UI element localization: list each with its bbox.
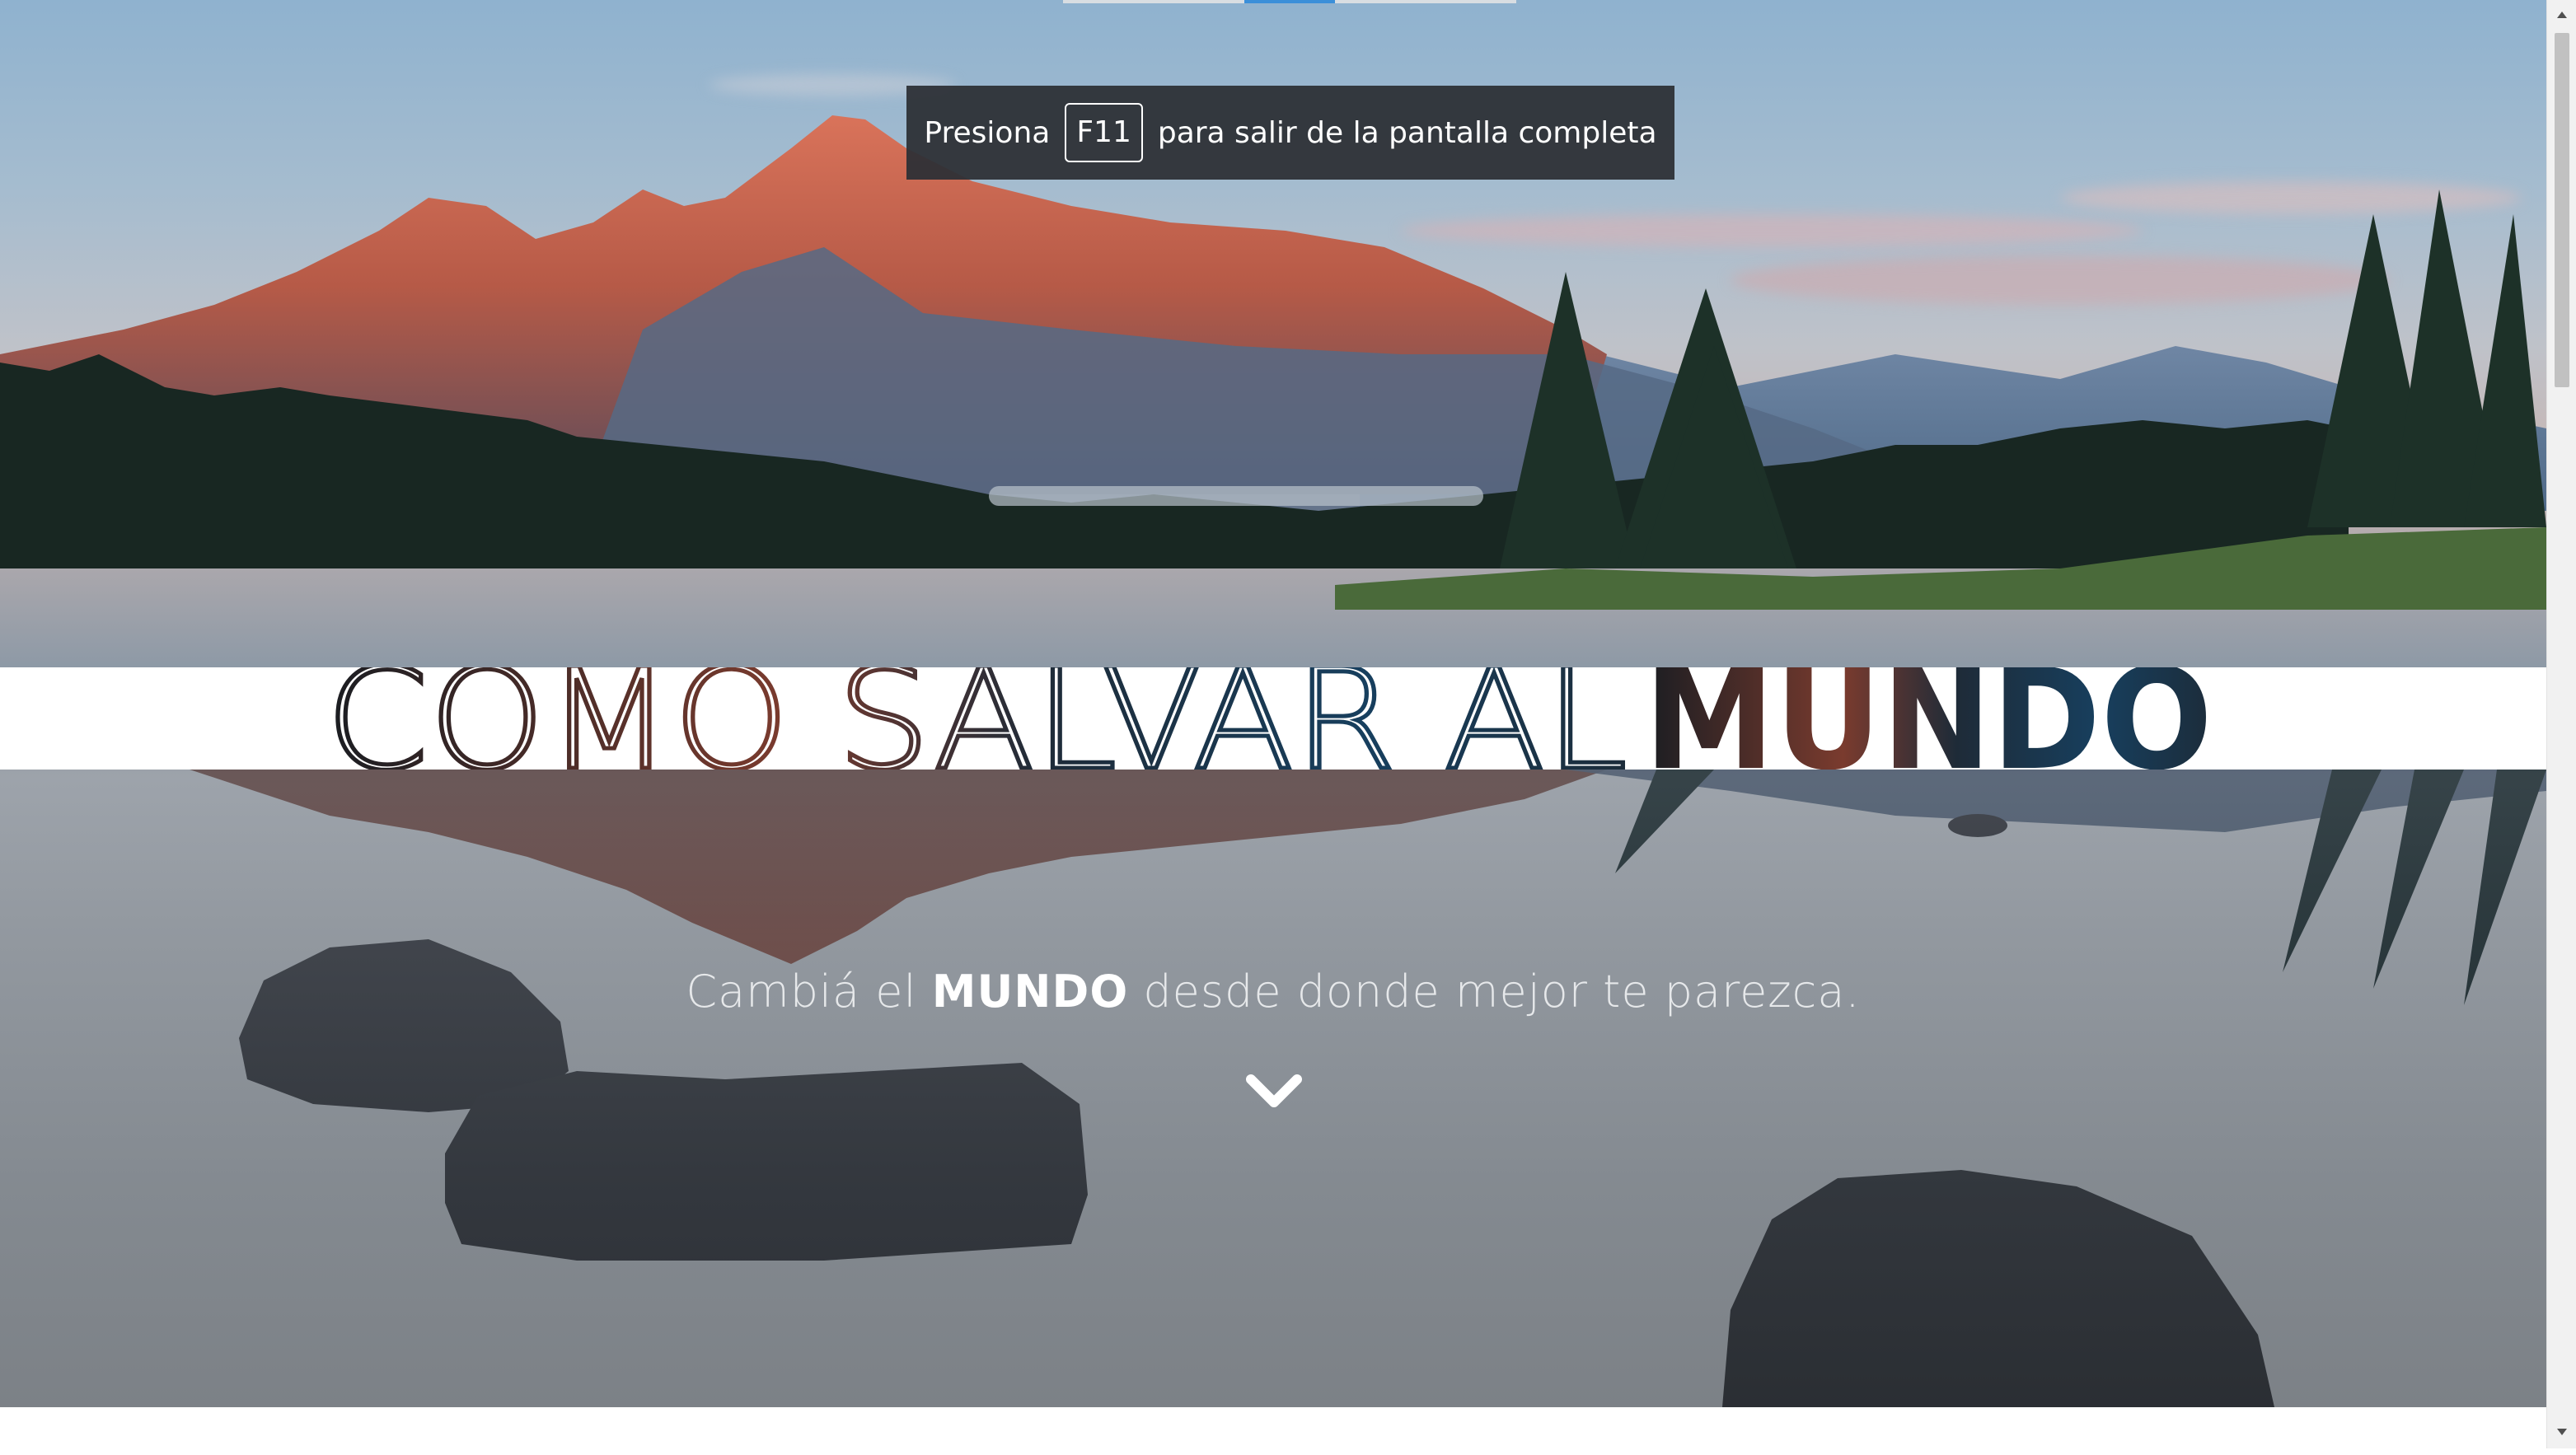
nav-item[interactable] — [445, 1440, 478, 1455]
hero-title: COMO SALVAR AL MUNDO — [326, 667, 2213, 770]
hero-title-band: COMO SALVAR AL MUNDO — [0, 667, 2546, 770]
nav-item[interactable] — [931, 1440, 1030, 1455]
nav-item[interactable] — [1467, 1440, 1582, 1455]
scroll-down-button[interactable] — [1244, 1071, 1304, 1111]
hero-title-light: COMO SALVAR AL — [326, 667, 1628, 770]
f11-key-badge: F11 — [1065, 103, 1143, 162]
top-loading-strip-active — [1244, 0, 1335, 3]
subtitle-bold: MUNDO — [931, 966, 1129, 1018]
subtitle-post: desde donde mejor te parezca. — [1143, 966, 1861, 1018]
chevron-down-icon — [1246, 1074, 1302, 1107]
nav-item[interactable] — [1986, 1440, 2085, 1455]
scroll-down-arrow[interactable] — [2547, 1417, 2576, 1447]
subtitle-pre: Cambiá el — [686, 966, 917, 1018]
triangle-down-icon — [2557, 1429, 2567, 1435]
fullscreen-notice-suffix: para salir de la pantalla completa — [1157, 115, 1657, 150]
fullscreen-notice: Presiona F11 para salir de la pantalla c… — [906, 86, 1674, 180]
hero-title-bold: MUNDO — [1644, 667, 2213, 770]
fullscreen-notice-prefix: Presiona — [924, 115, 1051, 150]
bottom-nav-bar — [0, 1407, 2546, 1448]
scroll-up-arrow[interactable] — [2547, 0, 2576, 30]
lake-surface — [0, 669, 2546, 1407]
scrollbar-thumb[interactable] — [2555, 33, 2569, 387]
triangle-up-icon — [2557, 12, 2567, 18]
vertical-scrollbar[interactable] — [2546, 0, 2576, 1448]
hero-subtitle: Cambiá el MUNDO desde donde mejor te par… — [0, 966, 2546, 1018]
